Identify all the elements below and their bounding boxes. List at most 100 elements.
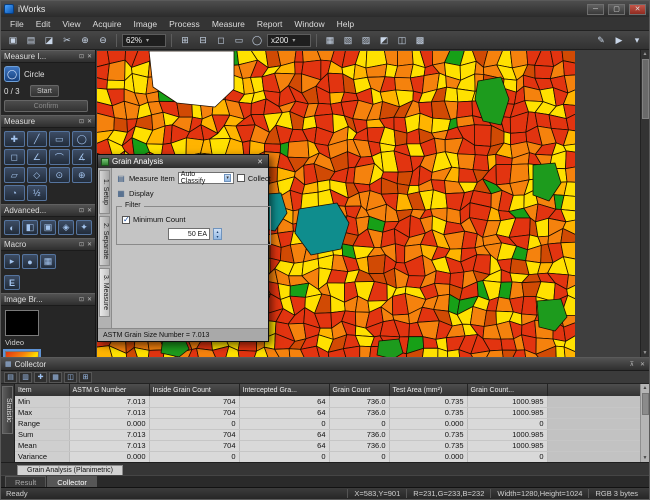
macro-list-icon[interactable]: ▦ <box>40 254 56 269</box>
collect-checkbox[interactable] <box>236 174 245 182</box>
cut-icon[interactable]: ✂ <box>59 33 75 48</box>
circle-tool-icon[interactable]: ◯ <box>71 131 92 147</box>
circle-select-icon[interactable]: ◯ <box>249 33 265 48</box>
column-header[interactable]: Grain Count... <box>467 384 548 396</box>
dialog-titlebar[interactable]: Grain Analysis ✕ <box>98 155 268 168</box>
video-thumbnail[interactable] <box>5 310 39 336</box>
macro-play-icon[interactable]: ▸ <box>4 254 20 269</box>
advanced-tool-icon[interactable]: ◧ <box>22 220 38 235</box>
collector-tool-icon[interactable]: ▤ <box>4 371 17 383</box>
panel-dock-icon[interactable]: ⊡ <box>79 241 84 248</box>
panel-close-icon[interactable]: ✕ <box>87 53 92 60</box>
concentric-tool-icon[interactable]: ⊙ <box>49 167 70 183</box>
parallelogram-tool-icon[interactable]: ▱ <box>4 167 25 183</box>
scroll-down-icon[interactable]: ▼ <box>643 349 648 357</box>
panel-header[interactable]: Image Br... ⊡ ✕ <box>1 293 95 306</box>
collector-header[interactable]: ▦ Collector ⊼ ✕ <box>1 358 649 371</box>
advanced-tool-icon[interactable]: ◈ <box>58 220 74 235</box>
select-icon[interactable]: ◻ <box>213 33 229 48</box>
menu-item-file[interactable]: File <box>4 18 30 30</box>
cross-circle-tool-icon[interactable]: ⊕ <box>71 167 92 183</box>
table-scrollbar[interactable]: ▲ ▼ <box>640 384 649 462</box>
spinner-down-icon[interactable]: ▾ <box>214 234 221 239</box>
tab-statistic[interactable]: Statistic <box>2 386 13 434</box>
panel-close-icon[interactable]: ✕ <box>87 207 92 214</box>
line-tool-icon[interactable]: ╱ <box>26 131 47 147</box>
overlay-icon[interactable]: ▧ <box>340 33 356 48</box>
collector-tool-icon[interactable]: ✚ <box>34 371 47 383</box>
start-button[interactable]: Start <box>30 85 59 97</box>
close-button[interactable]: ✕ <box>629 3 646 15</box>
scroll-thumb[interactable] <box>641 59 649 119</box>
panel-dock-icon[interactable]: ⊡ <box>79 207 84 214</box>
table-row[interactable]: Max 7.013 704 64 736.0 0.735 1000.985 <box>15 407 649 419</box>
collector-tool-icon[interactable]: ◫ <box>64 371 77 383</box>
zoom-in-icon[interactable]: ⊕ <box>77 33 93 48</box>
collector-tool-icon[interactable]: ▦ <box>49 371 62 383</box>
advanced-tool-icon[interactable]: ▣ <box>40 220 56 235</box>
panel-dock-icon[interactable]: ⊡ <box>79 53 84 60</box>
menu-item-acquire[interactable]: Acquire <box>87 18 128 30</box>
panel-close-icon[interactable]: ✕ <box>87 241 92 248</box>
menu-item-image[interactable]: Image <box>127 18 163 30</box>
close-icon[interactable]: ✕ <box>640 361 645 368</box>
ratio-tool-icon[interactable]: ½ <box>26 185 47 201</box>
actual-size-icon[interactable]: ⊟ <box>195 33 211 48</box>
layers-icon[interactable]: ▨ <box>358 33 374 48</box>
table-row[interactable]: Sum 7.013 704 64 736.0 0.735 1000.985 <box>15 429 649 441</box>
macro-edit-icon[interactable]: E <box>4 275 20 290</box>
panel-close-icon[interactable]: ✕ <box>87 118 92 125</box>
capture-icon[interactable]: ▣ <box>5 33 21 48</box>
column-header[interactable]: Intercepted Gra... <box>239 384 330 396</box>
tab-collector[interactable]: Collector <box>47 476 97 487</box>
advanced-tool-icon[interactable]: ✦ <box>76 220 92 235</box>
pin-icon[interactable]: ⊼ <box>630 361 634 368</box>
dialog-close-icon[interactable]: ✕ <box>255 158 265 166</box>
scroll-thumb[interactable] <box>641 393 649 415</box>
polygon-tool-icon[interactable]: ◇ <box>26 167 47 183</box>
zoom-out-icon[interactable]: ⊖ <box>95 33 111 48</box>
scroll-up-icon[interactable]: ▲ <box>643 384 648 392</box>
column-header[interactable]: Inside Grain Count <box>149 384 240 396</box>
grid-icon[interactable]: ▦ <box>322 33 338 48</box>
circle-shape-icon[interactable]: ◯ <box>4 66 20 82</box>
menu-item-window[interactable]: Window <box>288 18 330 30</box>
pen-icon[interactable]: ✎ <box>593 33 609 48</box>
menu-item-help[interactable]: Help <box>331 18 360 30</box>
macro-record-icon[interactable]: ● <box>22 254 38 269</box>
minimize-button[interactable]: ─ <box>587 3 604 15</box>
panel-header[interactable]: Measure ⊡ ✕ <box>1 115 95 128</box>
scroll-up-icon[interactable]: ▲ <box>643 50 648 58</box>
menu-item-report[interactable]: Report <box>251 18 289 30</box>
column-header[interactable]: Item <box>15 384 70 396</box>
vertical-scrollbar[interactable]: ▲ ▼ <box>640 50 649 357</box>
panel-header[interactable]: Measure I... ⊡ ✕ <box>1 50 95 63</box>
minimum-count-checkbox[interactable] <box>122 215 130 224</box>
panel-close-icon[interactable]: ✕ <box>87 296 92 303</box>
save-icon[interactable]: ◪ <box>41 33 57 48</box>
browser-item-video[interactable]: Video <box>5 310 91 347</box>
panel-header[interactable]: Macro ⊡ ✕ <box>1 238 95 251</box>
point-tool-icon[interactable]: ✚ <box>4 131 25 147</box>
panel-dock-icon[interactable]: ⊡ <box>79 118 84 125</box>
crop-icon[interactable]: ▭ <box>231 33 247 48</box>
table-row[interactable]: Range 0.000 0 0 0 0.000 0 <box>15 418 649 430</box>
tab-measure[interactable]: 3. Measure <box>99 268 110 318</box>
scroll-down-icon[interactable]: ▼ <box>643 454 648 462</box>
display-button[interactable]: ▦ Display <box>116 188 271 198</box>
table-row[interactable]: Variance 0.000 0 0 0 0.000 0 <box>15 451 649 462</box>
zoom-combo[interactable]: 62% ▾ <box>122 33 166 47</box>
confirm-button[interactable]: Confirm <box>4 100 88 112</box>
menu-item-measure[interactable]: Measure <box>206 18 251 30</box>
tab-grain-analysis-planimetric[interactable]: Grain Analysis (Planimetric) <box>17 465 123 475</box>
menu-item-view[interactable]: View <box>56 18 86 30</box>
arc-tool-icon[interactable]: ⌒ <box>49 149 70 165</box>
angle3-tool-icon[interactable]: ∡ <box>71 149 92 165</box>
panel-header[interactable]: Advanced... ⊡ ✕ <box>1 204 95 217</box>
measure-item-select[interactable]: Auto Classify ▾ <box>177 171 234 185</box>
split-icon[interactable]: ◫ <box>394 33 410 48</box>
collector-tool-icon[interactable]: ▥ <box>19 371 32 383</box>
angle-tool-icon[interactable]: ∠ <box>26 149 47 165</box>
histogram-icon[interactable]: ▩ <box>412 33 428 48</box>
tab-setup[interactable]: 1. Setup <box>99 170 110 214</box>
